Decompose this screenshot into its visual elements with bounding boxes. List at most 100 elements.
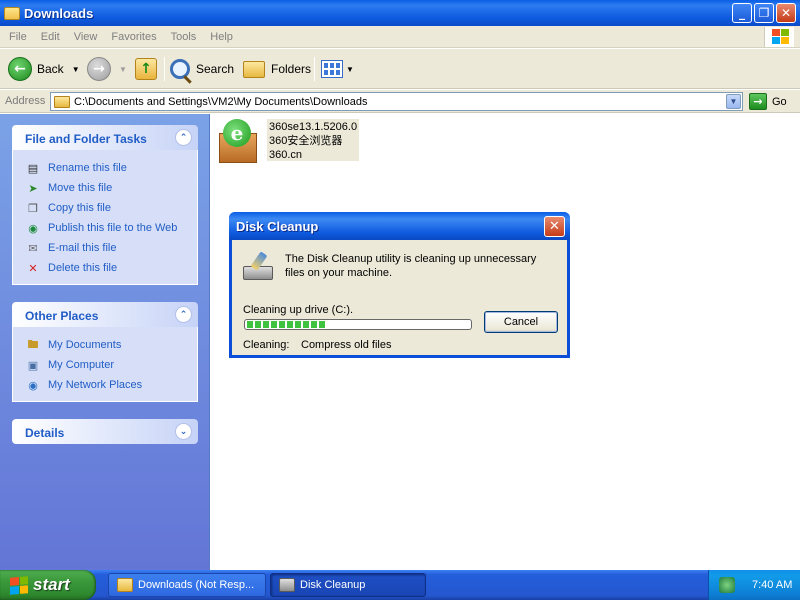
search-label: Search (196, 62, 235, 76)
file-name: 360se13.1.5206.0 (269, 121, 358, 133)
task-copy[interactable]: ❐ Copy this file (25, 198, 197, 218)
task-label: Copy this file (48, 202, 111, 214)
expand-icon[interactable]: ⌄ (175, 423, 192, 440)
windows-logo-icon (764, 27, 794, 47)
disk-cleanup-icon (243, 251, 275, 282)
taskbar: start Downloads (Not Resp... Disk Cleanu… (0, 570, 800, 600)
my-computer-icon: ▣ (27, 358, 39, 372)
panel-header[interactable]: Other Places ⌃ (12, 302, 198, 327)
views-icon (321, 60, 343, 78)
panel-title: File and Folder Tasks (25, 132, 147, 146)
toolbar-separator (314, 57, 315, 81)
place-label: My Computer (48, 359, 115, 371)
close-button[interactable]: ✕ (776, 3, 796, 23)
go-label: Go (772, 95, 787, 108)
taskbar-disk-cleanup[interactable]: Disk Cleanup (270, 573, 426, 597)
task-move[interactable]: ➤ Move this file (25, 178, 197, 198)
dialog-title: Disk Cleanup (236, 219, 319, 234)
disk-cleanup-dialog: Disk Cleanup ✕ The Disk Cleanup utility … (229, 212, 570, 358)
network-places-icon: ◉ (28, 378, 38, 392)
minimize-button[interactable]: _ (732, 3, 752, 23)
folders-button[interactable]: Folders (243, 55, 311, 83)
panel-header[interactable]: Details ⌄ (12, 419, 198, 444)
task-label: E-mail this file (48, 242, 117, 254)
rename-icon: ▤ (27, 161, 39, 175)
task-publish-web[interactable]: ◉ Publish this file to the Web (25, 218, 197, 238)
system-tray: 7:40 AM (708, 570, 800, 600)
task-pane: File and Folder Tasks ⌃ ▤ Rename this fi… (0, 114, 210, 570)
go-button[interactable]: → Go (749, 93, 787, 110)
window-title: Downloads (24, 5, 94, 21)
folders-label: Folders (271, 62, 312, 76)
file-folder-tasks-panel: File and Folder Tasks ⌃ ▤ Rename this fi… (12, 125, 198, 285)
menu-view[interactable]: View (67, 31, 105, 43)
tray-app-icon[interactable] (719, 577, 735, 593)
place-my-documents[interactable]: 🖿 My Documents (25, 335, 197, 355)
address-value: C:\Documents and Settings\VM2\My Documen… (74, 95, 368, 108)
menu-help[interactable]: Help (203, 31, 240, 43)
email-icon: ✉ (28, 241, 38, 255)
start-button[interactable]: start (0, 570, 96, 600)
folders-icon (243, 60, 265, 78)
views-button[interactable]: ▼ (321, 55, 354, 83)
menu-tools[interactable]: Tools (164, 31, 204, 43)
file-item[interactable]: e 360se13.1.5206.0 360安全浏览器 360.cn (217, 119, 360, 165)
panel-header[interactable]: File and Folder Tasks ⌃ (12, 125, 198, 150)
toolbar: ← Back ▼ → ▼ ↑ Search Folders ▼ (0, 49, 800, 89)
taskbar-label: Disk Cleanup (300, 579, 366, 591)
disk-cleanup-icon (279, 578, 295, 592)
task-label: Move this file (48, 182, 113, 194)
progress-bar (244, 319, 472, 330)
my-documents-icon: 🖿 (27, 337, 39, 351)
delete-icon: ✕ (28, 261, 38, 275)
cancel-button[interactable]: Cancel (484, 311, 558, 333)
copy-icon: ❐ (28, 201, 38, 215)
place-network[interactable]: ◉ My Network Places (25, 375, 197, 395)
dialog-close-button[interactable]: ✕ (544, 216, 565, 237)
status-value: Compress old files (301, 339, 392, 351)
progress-label: Cleaning up drive (C:). (243, 304, 354, 316)
clock[interactable]: 7:40 AM (752, 579, 792, 591)
other-places-panel: Other Places ⌃ 🖿 My Documents ▣ My Compu… (12, 302, 198, 402)
task-email[interactable]: ✉ E-mail this file (25, 238, 197, 258)
details-panel: Details ⌄ (12, 419, 198, 444)
status-label: Cleaning: (243, 339, 290, 351)
taskbar-label: Downloads (Not Resp... (138, 579, 255, 591)
address-bar: Address C:\Documents and Settings\VM2\My… (0, 90, 800, 113)
search-button[interactable]: Search (170, 55, 234, 83)
collapse-icon[interactable]: ⌃ (175, 129, 192, 146)
move-icon: ➤ (28, 181, 38, 195)
taskbar-downloads[interactable]: Downloads (Not Resp... (108, 573, 266, 597)
task-label: Rename this file (48, 162, 127, 174)
task-rename[interactable]: ▤ Rename this file (25, 158, 197, 178)
dialog-titlebar[interactable]: Disk Cleanup ✕ (229, 212, 570, 240)
task-label: Publish this file to the Web (48, 222, 178, 234)
chevron-down-icon[interactable]: ▼ (72, 65, 80, 74)
chevron-down-icon[interactable]: ▼ (726, 94, 741, 109)
file-label: 360se13.1.5206.0 360安全浏览器 360.cn (267, 119, 360, 161)
place-my-computer[interactable]: ▣ My Computer (25, 355, 197, 375)
chevron-down-icon[interactable]: ▼ (119, 65, 127, 74)
dialog-message: The Disk Cleanup utility is cleaning up … (285, 253, 537, 279)
back-arrow-icon: ← (8, 57, 32, 81)
window-titlebar[interactable]: Downloads _ ❐ ✕ (0, 0, 800, 26)
menu-file[interactable]: File (0, 31, 34, 43)
menu-bar: File Edit View Favorites Tools Help (0, 26, 800, 48)
menu-edit[interactable]: Edit (34, 31, 67, 43)
panel-body: 🖿 My Documents ▣ My Computer ◉ My Networ… (12, 327, 198, 402)
go-arrow-icon: → (749, 93, 767, 110)
windows-flag-icon (10, 575, 28, 595)
up-folder-button[interactable]: ↑ (135, 55, 157, 83)
menu-favorites[interactable]: Favorites (104, 31, 163, 43)
place-label: My Documents (48, 339, 122, 351)
task-delete[interactable]: ✕ Delete this file (25, 258, 197, 278)
collapse-icon[interactable]: ⌃ (175, 306, 192, 323)
address-input[interactable]: C:\Documents and Settings\VM2\My Documen… (50, 92, 743, 111)
forward-button[interactable]: → ▼ (87, 55, 127, 83)
toolbar-separator (164, 57, 165, 81)
folder-icon (4, 6, 20, 20)
folder-icon (117, 578, 133, 592)
back-button[interactable]: ← Back ▼ (8, 55, 80, 83)
chevron-down-icon: ▼ (346, 64, 354, 74)
maximize-button[interactable]: ❐ (754, 3, 774, 23)
